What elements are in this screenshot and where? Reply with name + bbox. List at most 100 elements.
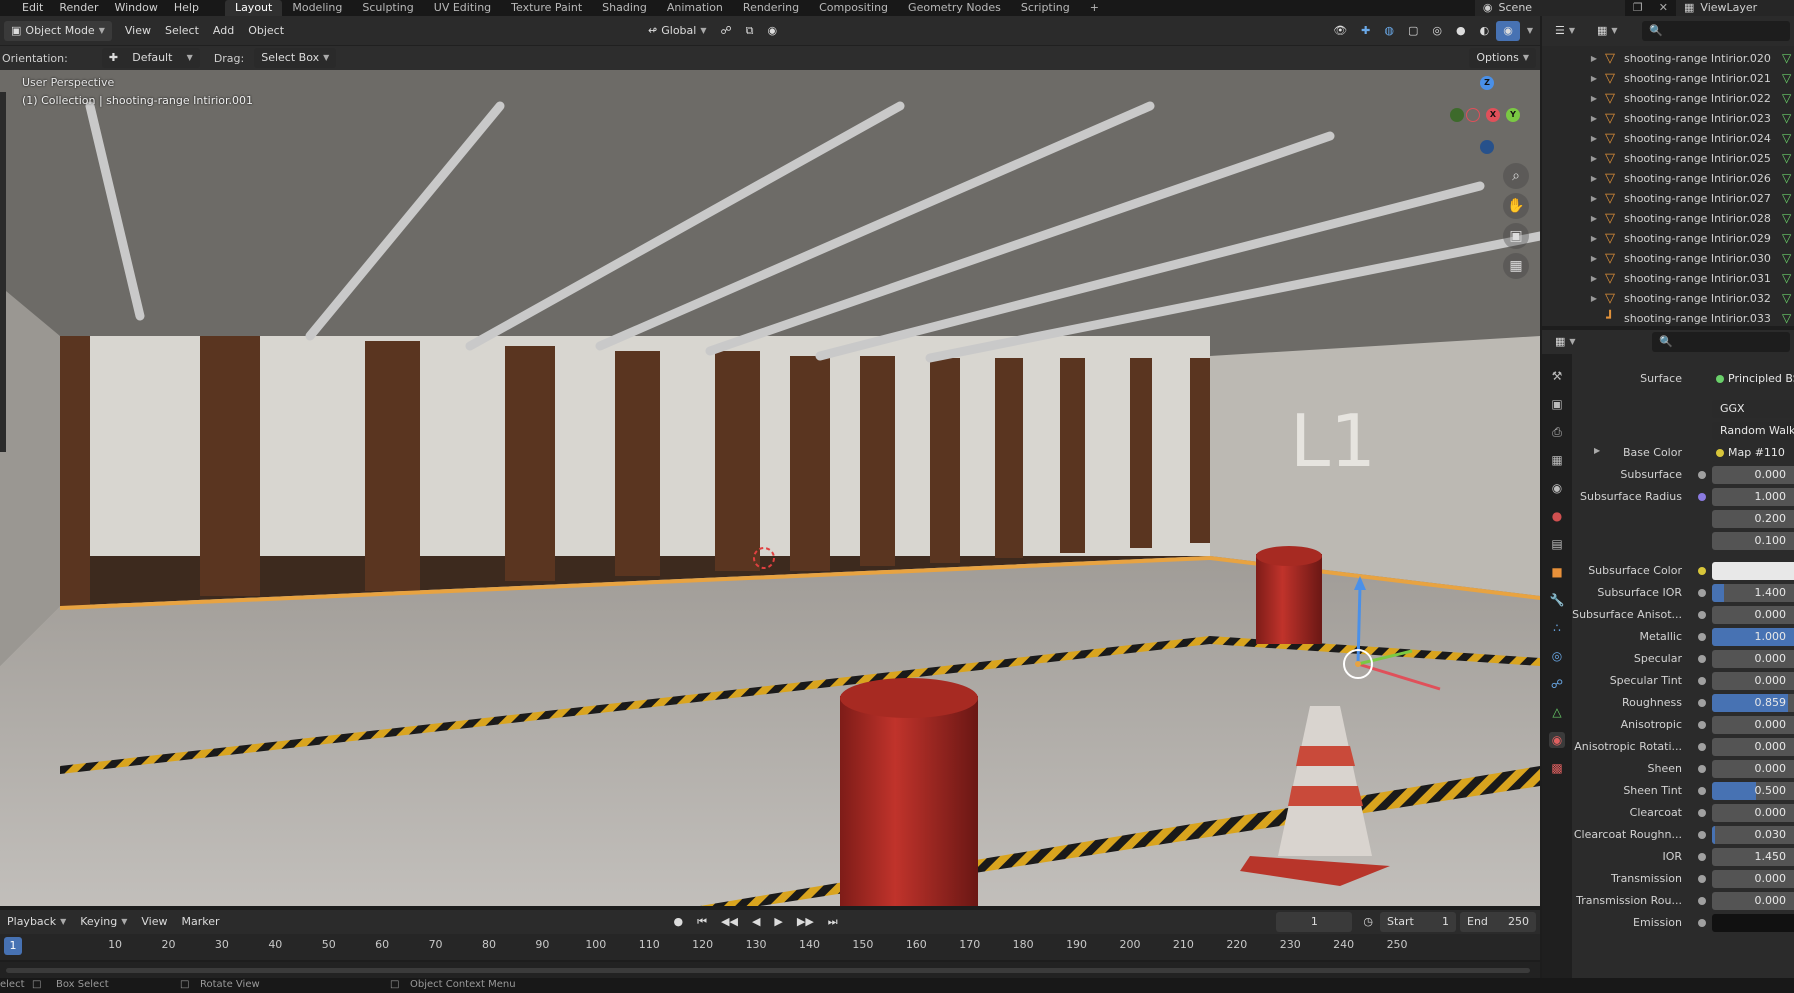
socket-icon[interactable] [1698, 611, 1706, 619]
start-frame-field[interactable]: Start 1 [1380, 912, 1456, 932]
outliner-item[interactable]: ▶ ▽ shooting-range Intirior.026 ▽ [1542, 168, 1794, 188]
tab-scripting[interactable]: Scripting [1011, 0, 1080, 16]
socket-icon[interactable] [1698, 919, 1706, 927]
scene-copy-icon[interactable]: ❐ [1625, 0, 1651, 16]
menu-view[interactable]: View [118, 21, 158, 41]
solid-shading-icon[interactable]: ● [1449, 21, 1473, 41]
expand-triangle-icon[interactable]: ▶ [1594, 446, 1600, 455]
property-value-field[interactable]: 0.000 [1712, 804, 1794, 822]
socket-icon[interactable] [1698, 567, 1706, 575]
socket-icon[interactable] [1698, 787, 1706, 795]
property-value-field[interactable]: 0.000 [1712, 738, 1794, 756]
property-value-field[interactable]: 1.000 [1712, 488, 1794, 506]
socket-icon[interactable] [1698, 633, 1706, 641]
expand-triangle-icon[interactable]: ▶ [1586, 154, 1602, 163]
outliner-item[interactable]: ▶ ▽ shooting-range Intirior.022 ▽ [1542, 88, 1794, 108]
outliner-item[interactable]: ▶ ▽ shooting-range Intirior.025 ▽ [1542, 148, 1794, 168]
expand-triangle-icon[interactable]: ▶ [1586, 94, 1602, 103]
property-value-field[interactable]: 1.000 [1712, 628, 1794, 646]
tab-animation[interactable]: Animation [657, 0, 733, 16]
transform-orientation-selector[interactable]: ↫ Global ▼ [641, 21, 713, 41]
constraints-tab-icon[interactable]: ☍ [1549, 676, 1565, 692]
menu-keying[interactable]: Keying ▼ [73, 912, 134, 932]
outliner-search-input[interactable]: 🔍 [1642, 21, 1790, 41]
orientation-selector[interactable]: ✚ Default ▼ [101, 48, 200, 68]
socket-icon[interactable] [1698, 699, 1706, 707]
mesh-data-icon[interactable]: ▽ [1782, 91, 1791, 105]
timeline-frames[interactable]: 1 10 20 30 40 50 60 70 80 90 100 110 120 130 140 150 16… [0, 934, 1540, 960]
tab-layout[interactable]: Layout [224, 0, 283, 16]
socket-icon[interactable] [1698, 677, 1706, 685]
mesh-data-icon[interactable]: ▽ [1782, 51, 1791, 65]
pan-hand-icon[interactable]: ✋ [1503, 193, 1529, 219]
tab-shading[interactable]: Shading [592, 0, 657, 16]
world-tab-icon[interactable]: ● [1549, 508, 1565, 524]
socket-icon[interactable] [1698, 493, 1706, 501]
expand-triangle-icon[interactable]: ▶ [1586, 174, 1602, 183]
mode-selector[interactable]: ▣ Object Mode ▼ [4, 20, 112, 41]
options-button[interactable]: Options ▼ [1469, 48, 1536, 68]
xray-toggle-icon[interactable]: ▢ [1401, 21, 1425, 41]
gizmo-y-axis[interactable]: Y [1506, 108, 1520, 122]
record-icon[interactable]: ● [667, 912, 691, 932]
zoom-icon[interactable]: ⌕ [1503, 163, 1529, 189]
outliner-editor-type-icon[interactable]: ☰ ▼ [1548, 21, 1582, 41]
viewlayer-selector[interactable]: ▦ ViewLayer [1676, 0, 1794, 16]
outliner-item[interactable]: ▶ ▽ shooting-range Intirior.023 ▽ [1542, 108, 1794, 128]
socket-icon[interactable] [1698, 589, 1706, 597]
property-value-field[interactable]: 0.000 [1712, 870, 1794, 888]
tab-uv-editing[interactable]: UV Editing [424, 0, 501, 16]
collection-tab-icon[interactable]: ▤ [1549, 536, 1565, 552]
property-value-field[interactable]: 1.450 [1712, 848, 1794, 866]
tab-rendering[interactable]: Rendering [733, 0, 809, 16]
camera-view-icon[interactable]: ▣ [1503, 223, 1529, 249]
gizmo-neg-z[interactable] [1480, 140, 1494, 154]
playhead-indicator[interactable]: 1 [4, 937, 22, 955]
gizmo-toggle-icon[interactable]: ✚ [1354, 21, 1377, 41]
socket-icon[interactable] [1698, 743, 1706, 751]
socket-icon[interactable] [1698, 471, 1706, 479]
outliner-item[interactable]: ▶ ▽ shooting-range Intirior.024 ▽ [1542, 128, 1794, 148]
property-value-field[interactable]: 0.000 [1712, 650, 1794, 668]
property-value-field[interactable]: 1.400 [1712, 584, 1794, 602]
outliner-item[interactable]: ▶ ▽ shooting-range Intirior.020 ▽ [1542, 48, 1794, 68]
add-workspace-button[interactable]: + [1080, 0, 1109, 16]
property-value-field[interactable] [1712, 562, 1794, 580]
socket-icon[interactable] [1698, 831, 1706, 839]
jump-start-icon[interactable]: ⏮ [690, 912, 714, 932]
current-frame-field[interactable]: 1 [1276, 912, 1353, 932]
clock-icon[interactable]: ◷ [1356, 912, 1380, 932]
property-value-field[interactable]: 0.000 [1712, 760, 1794, 778]
scene-tab-icon[interactable]: ◉ [1549, 480, 1565, 496]
tab-compositing[interactable]: Compositing [809, 0, 898, 16]
menu-select[interactable]: Select [158, 21, 206, 41]
property-value-field[interactable]: 0.200 [1712, 510, 1794, 528]
socket-icon[interactable] [1698, 655, 1706, 663]
outliner-item[interactable]: ┛ shooting-range Intirior.033 ▽ [1542, 308, 1794, 326]
socket-icon[interactable] [1698, 897, 1706, 905]
tab-geometry-nodes[interactable]: Geometry Nodes [898, 0, 1011, 16]
property-value-field[interactable]: 0.100 [1712, 532, 1794, 550]
mesh-data-icon[interactable]: ▽ [1782, 171, 1791, 185]
physics-tab-icon[interactable]: ◎ [1549, 648, 1565, 664]
menu-help[interactable]: Help [166, 0, 207, 16]
expand-triangle-icon[interactable]: ▶ [1586, 254, 1602, 263]
property-value-field[interactable]: 0.000 [1712, 716, 1794, 734]
property-value-field[interactable]: 0.000 [1712, 892, 1794, 910]
rendered-shading-icon[interactable]: ◉ [1496, 20, 1520, 41]
properties-search-input[interactable]: 🔍 [1652, 332, 1790, 352]
mesh-data-icon[interactable]: ▽ [1782, 211, 1791, 225]
menu-object[interactable]: Object [241, 21, 291, 41]
mesh-data-icon[interactable]: ▽ [1782, 291, 1791, 305]
mesh-data-icon[interactable]: ▽ [1782, 251, 1791, 265]
menu-render[interactable]: Render [51, 0, 106, 16]
outliner-item[interactable]: ▶ ▽ shooting-range Intirior.032 ▽ [1542, 288, 1794, 308]
mesh-data-icon[interactable]: ▽ [1782, 191, 1791, 205]
outliner-item[interactable]: ▶ ▽ shooting-range Intirior.029 ▽ [1542, 228, 1794, 248]
particles-tab-icon[interactable]: ∴ [1549, 620, 1565, 636]
expand-triangle-icon[interactable]: ▶ [1586, 54, 1602, 63]
mesh-data-icon[interactable]: ▽ [1782, 231, 1791, 245]
mesh-data-icon[interactable]: ▽ [1782, 311, 1791, 325]
proportional-edit-icon[interactable]: ◉ [761, 21, 785, 41]
property-value-field[interactable]: 0.000 [1712, 672, 1794, 690]
